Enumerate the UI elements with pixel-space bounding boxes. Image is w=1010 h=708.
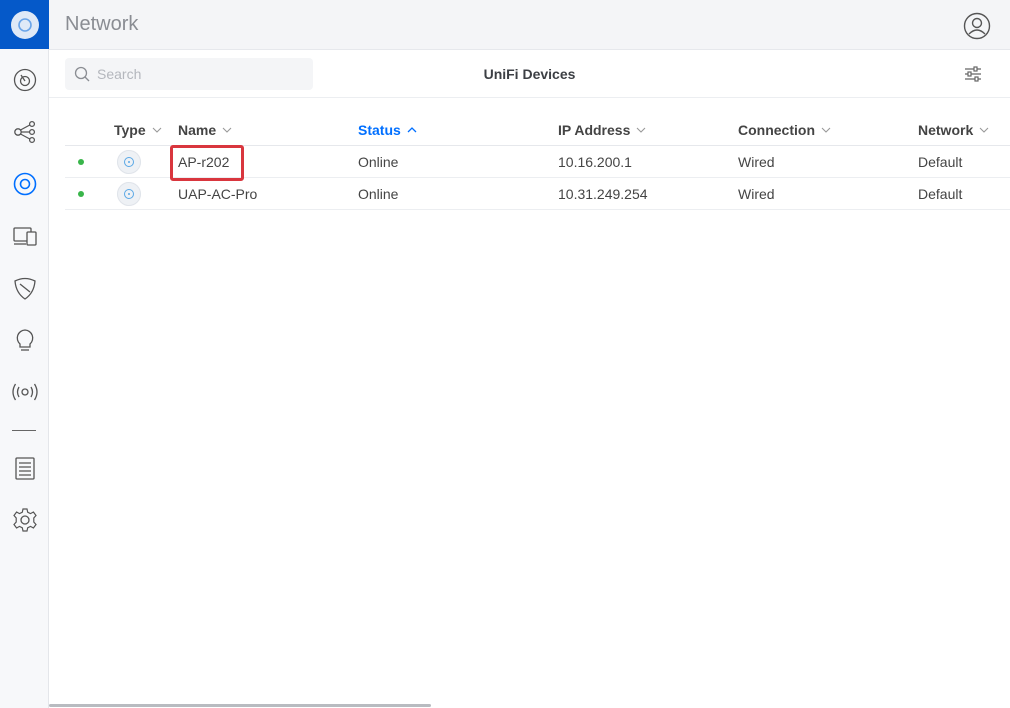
- table-row[interactable]: UAP-AC-Pro Online 10.31.249.254 Wired De…: [65, 178, 1010, 210]
- chevron-down-icon: [222, 127, 232, 133]
- toolbar-title: UniFi Devices: [483, 66, 576, 82]
- logs-icon: [14, 457, 35, 480]
- column-header-network[interactable]: Network: [918, 122, 989, 138]
- topology-icon: [13, 120, 35, 144]
- sidebar-item-wireless[interactable]: [0, 374, 49, 410]
- devices-icon: [13, 172, 36, 196]
- column-label: Status: [358, 122, 401, 138]
- user-avatar-icon[interactable]: [963, 12, 991, 40]
- column-header-connection[interactable]: Connection: [738, 122, 831, 138]
- sidebar-item-topology[interactable]: [0, 114, 49, 150]
- page-title: Network: [65, 13, 139, 35]
- access-point-icon: [117, 150, 141, 174]
- column-label: Connection: [738, 122, 815, 138]
- sidebar-divider: [12, 430, 36, 431]
- chevron-down-icon: [636, 127, 646, 133]
- sidebar: [0, 0, 49, 708]
- device-status: Online: [358, 154, 399, 170]
- column-header-ip-address[interactable]: IP Address: [558, 122, 646, 138]
- clients-icon: [12, 227, 37, 246]
- chevron-down-icon: [821, 127, 831, 133]
- insights-icon: [16, 329, 33, 351]
- device-name[interactable]: AP-r202: [178, 154, 229, 170]
- column-header-type[interactable]: Type: [114, 122, 162, 138]
- online-status-dot: [78, 191, 84, 197]
- security-icon: [13, 277, 36, 300]
- device-status: Online: [358, 186, 399, 202]
- column-label: IP Address: [558, 122, 631, 138]
- device-connection: Wired: [738, 186, 775, 202]
- sidebar-item-security[interactable]: [0, 270, 49, 306]
- chevron-down-icon: [152, 127, 162, 133]
- settings-icon: [12, 508, 37, 532]
- devices-table: Type Name Status IP Address Connection N…: [65, 114, 1010, 210]
- dashboard-icon: [13, 68, 36, 92]
- online-status-dot: [78, 159, 84, 165]
- device-connection: Wired: [738, 154, 775, 170]
- sidebar-item-logs[interactable]: [0, 450, 49, 486]
- device-name[interactable]: UAP-AC-Pro: [178, 186, 257, 202]
- sidebar-item-settings[interactable]: [0, 502, 49, 538]
- sidebar-item-devices[interactable]: [0, 166, 49, 202]
- column-header-name[interactable]: Name: [178, 122, 232, 138]
- access-point-icon: [117, 182, 141, 206]
- column-header-status[interactable]: Status: [358, 122, 417, 138]
- column-settings-icon[interactable]: [964, 66, 982, 82]
- device-ip: 10.16.200.1: [558, 154, 632, 170]
- wireless-icon: [11, 383, 38, 401]
- column-label: Type: [114, 122, 146, 138]
- top-bar: Network: [49, 0, 1010, 50]
- device-network: Default: [918, 186, 963, 202]
- toolbar: UniFi Devices: [49, 50, 1010, 98]
- device-ip: 10.31.249.254: [558, 186, 648, 202]
- chevron-down-icon: [979, 127, 989, 133]
- sidebar-item-clients[interactable]: [0, 218, 49, 254]
- chevron-up-icon: [407, 127, 417, 133]
- column-label: Name: [178, 122, 217, 138]
- unifi-logo[interactable]: [0, 0, 49, 49]
- sidebar-item-dashboard[interactable]: [0, 62, 49, 98]
- column-label: Network: [918, 122, 974, 138]
- horizontal-scrollbar[interactable]: [49, 704, 431, 707]
- table-header: Type Name Status IP Address Connection N…: [65, 114, 1010, 146]
- sidebar-item-insights[interactable]: [0, 322, 49, 358]
- device-network: Default: [918, 154, 963, 170]
- table-row[interactable]: AP-r202 Online 10.16.200.1 Wired Default: [65, 146, 1010, 178]
- unifi-logo-icon: [10, 10, 39, 39]
